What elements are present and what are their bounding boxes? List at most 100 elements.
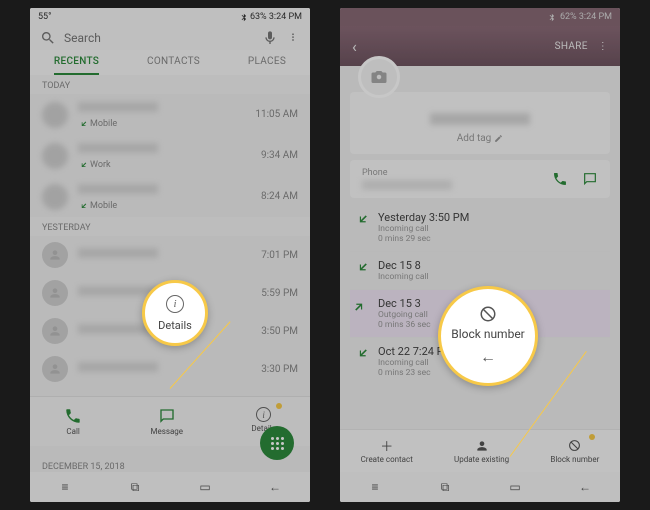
back-icon[interactable]: ‹	[352, 37, 357, 56]
search-icon	[40, 30, 56, 46]
message-icon	[158, 407, 176, 425]
section-header: TODAY	[30, 75, 310, 94]
callout-label: Details	[158, 319, 192, 332]
avatar	[42, 356, 68, 382]
nav-recents-icon[interactable]: ⧉	[126, 478, 144, 496]
camera-icon	[370, 68, 388, 86]
call-name-blurred	[78, 184, 158, 194]
call-time: 9:34 AM	[261, 150, 298, 161]
callout-block-number: Block number ←	[438, 286, 538, 386]
avatar	[42, 184, 68, 210]
tab-contacts[interactable]: CONTACTS	[147, 50, 200, 75]
status-right: 63% 3:24 PM	[239, 12, 302, 22]
call-row[interactable]: 3:30 PM	[30, 350, 310, 388]
contact-name-card: Add tag	[350, 92, 610, 154]
nav-recents-icon[interactable]: ⧉	[436, 478, 454, 496]
mic-icon[interactable]	[262, 30, 278, 46]
info-icon: i	[256, 407, 271, 422]
phone-left: 55° 63% 3:24 PM RECENTS CONTACTS PLACES …	[30, 8, 310, 502]
phone-card: Phone	[350, 160, 610, 198]
contact-photo[interactable]	[358, 56, 400, 98]
nav-back-icon[interactable]: ←	[266, 478, 284, 496]
call-time: 8:24 AM	[261, 191, 298, 202]
search-bar[interactable]	[30, 26, 310, 50]
call-time: 3:30 PM	[261, 364, 298, 375]
message-icon[interactable]	[582, 171, 598, 187]
incoming-icon	[78, 202, 87, 211]
status-bar: 55° 63% 3:24 PM	[30, 8, 310, 26]
incoming-icon	[78, 161, 87, 170]
highlight-dot	[276, 403, 282, 409]
nav-drawer-icon[interactable]: ≡	[366, 478, 384, 496]
dialpad-fab[interactable]	[260, 426, 294, 460]
highlight-dot	[589, 434, 595, 440]
update-existing-button[interactable]: Update existing	[454, 438, 509, 464]
create-contact-button[interactable]: ＋ Create contact	[361, 438, 413, 464]
avatar	[42, 318, 68, 344]
callout-details: i Details	[142, 280, 208, 346]
call-name-blurred	[78, 143, 158, 153]
block-number-button[interactable]: Block number	[550, 438, 599, 464]
section-header: YESTERDAY	[30, 217, 310, 236]
nav-home-icon[interactable]: ▭	[196, 478, 214, 496]
bluetooth-icon	[239, 13, 248, 22]
call-name-blurred	[78, 362, 158, 372]
section-today: TODAY Mobile 11:05 AM Work 9:34 AM Mobil…	[30, 75, 310, 217]
tab-places[interactable]: PLACES	[248, 50, 286, 75]
log-item[interactable]: Dec 15 8 Incoming call	[350, 251, 610, 289]
nav-bar: ≡ ⧉ ▭ ←	[30, 472, 310, 502]
phone-icon[interactable]	[552, 171, 568, 187]
avatar	[42, 280, 68, 306]
incoming-call-icon	[354, 213, 368, 227]
incoming-call-icon	[354, 347, 368, 361]
incoming-call-icon	[354, 261, 368, 275]
nav-back-icon[interactable]: ←	[576, 478, 594, 496]
plus-icon: ＋	[379, 438, 394, 453]
back-arrow-icon: ←	[480, 347, 496, 367]
more-icon[interactable]: ⋮	[598, 41, 608, 52]
outgoing-call-icon	[354, 299, 368, 313]
call-time: 5:59 PM	[261, 288, 298, 299]
call-row[interactable]: 7:01 PM	[30, 236, 310, 274]
avatar	[42, 102, 68, 128]
status-bar: 62% 3:24 PM	[340, 8, 620, 26]
person-icon	[474, 438, 489, 453]
call-time: 7:01 PM	[261, 250, 298, 261]
search-input[interactable]	[64, 31, 254, 45]
avatar	[42, 242, 68, 268]
tabs: RECENTS CONTACTS PLACES	[30, 50, 310, 75]
nav-drawer-icon[interactable]: ≡	[56, 478, 74, 496]
phone-icon	[64, 407, 82, 425]
action-call[interactable]: Call	[64, 407, 82, 436]
call-name-blurred	[78, 248, 158, 258]
log-item[interactable]: Yesterday 3:50 PM Incoming call 0 mins 2…	[350, 204, 610, 251]
edit-icon	[494, 134, 503, 143]
call-row[interactable]: Mobile 8:24 AM	[30, 176, 310, 217]
phone-label: Phone	[362, 168, 452, 178]
block-icon	[479, 305, 497, 323]
info-icon: i	[166, 295, 184, 313]
block-icon	[567, 438, 582, 453]
tab-recents[interactable]: RECENTS	[54, 50, 99, 75]
call-time: 3:50 PM	[261, 326, 298, 337]
incoming-icon	[78, 120, 87, 129]
call-row[interactable]: Work 9:34 AM	[30, 135, 310, 176]
phone-right: 62% 3:24 PM ‹ SHARE ⋮ Add tag Phone Yest…	[340, 8, 620, 502]
call-name-blurred	[78, 102, 158, 112]
call-time: 11:05 AM	[255, 109, 298, 120]
call-name-blurred	[78, 286, 158, 296]
call-row[interactable]: Mobile 11:05 AM	[30, 94, 310, 135]
share-button[interactable]: SHARE	[555, 41, 588, 52]
action-message[interactable]: Message	[150, 407, 183, 436]
more-icon[interactable]	[286, 30, 300, 46]
nav-bar: ≡ ⧉ ▭ ←	[340, 472, 620, 502]
bottom-actions: ＋ Create contact Update existing Block n…	[340, 429, 620, 472]
add-tag-button[interactable]: Add tag	[362, 133, 598, 144]
date-footer: DECEMBER 15, 2018	[42, 462, 125, 472]
dialpad-icon	[271, 437, 284, 450]
nav-home-icon[interactable]: ▭	[506, 478, 524, 496]
phone-number-blurred	[362, 180, 452, 190]
contact-name-blurred	[430, 113, 530, 125]
callout-label: Block number	[451, 327, 525, 341]
bluetooth-icon	[547, 13, 556, 22]
